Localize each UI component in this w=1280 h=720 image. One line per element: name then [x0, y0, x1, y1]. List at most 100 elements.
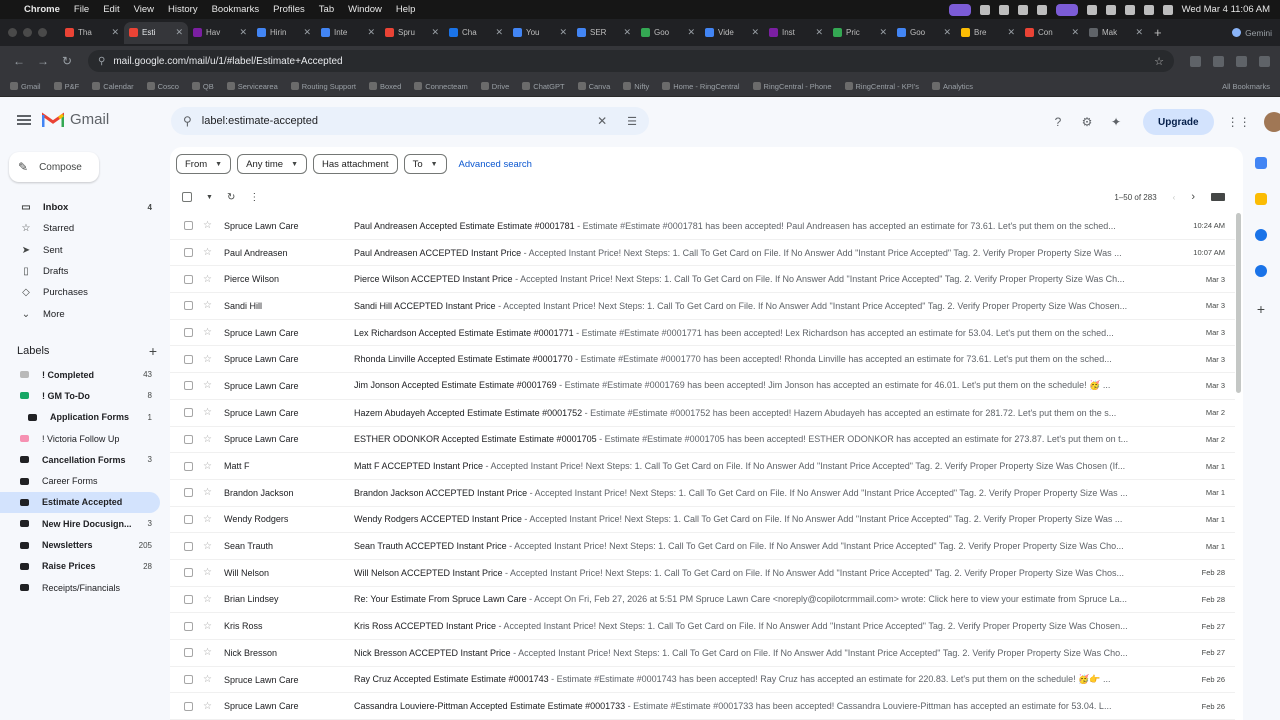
keep-icon[interactable] [1255, 193, 1267, 205]
star-icon[interactable]: ☆ [203, 434, 215, 445]
bookmark-item[interactable]: Cosco [146, 82, 179, 91]
kebab-menu-icon[interactable] [1259, 55, 1270, 67]
label-item[interactable]: Career Forms [0, 470, 160, 491]
label-item[interactable]: Application Forms 1 [0, 407, 160, 428]
email-row[interactable]: ☆ Brandon Jackson Brandon Jackson ACCEPTED… [170, 480, 1235, 507]
nav-item-starred[interactable]: ☆ Starred [0, 218, 160, 239]
close-tab-icon[interactable]: ✕ [687, 27, 695, 38]
star-icon[interactable]: ☆ [203, 274, 215, 285]
email-row[interactable]: ☆ Spruce Lawn Care Jim Jonson Accepted Est… [170, 373, 1235, 400]
bookmark-item[interactable]: RingCentral - Phone [752, 82, 832, 91]
status-icon[interactable] [1036, 4, 1047, 15]
refresh-icon[interactable]: ↻ [227, 192, 235, 203]
browser-tab[interactable]: Con ✕ [1020, 22, 1084, 44]
browser-tab[interactable]: Hirin ✕ [252, 22, 316, 44]
close-tab-icon[interactable]: ✕ [943, 27, 951, 38]
menu-view[interactable]: View [134, 4, 154, 15]
apps-grid-icon[interactable]: ⋮⋮ [1227, 115, 1251, 129]
battery-icon[interactable] [1086, 4, 1097, 15]
search-bar[interactable]: ⚲ label:estimate-accepted ✕ ☰ [171, 107, 649, 135]
browser-tab[interactable]: Spru ✕ [380, 22, 444, 44]
row-checkbox[interactable] [184, 675, 193, 685]
label-item[interactable]: Newsletters 205 [0, 534, 160, 555]
gemini-button[interactable]: Gemini [1232, 28, 1272, 38]
row-checkbox[interactable] [184, 301, 193, 311]
gmail-logo[interactable]: Gmail [42, 111, 109, 128]
add-on-plus-icon[interactable]: + [1257, 301, 1265, 317]
forward-icon[interactable]: → [34, 54, 52, 68]
star-icon[interactable]: ☆ [203, 461, 215, 472]
scrollbar[interactable] [1236, 213, 1241, 393]
bookmark-item[interactable]: Nifty [623, 82, 649, 91]
label-item[interactable]: New Hire Docusign... 3 [0, 513, 160, 534]
search-input[interactable]: label:estimate-accepted [202, 115, 318, 127]
reload-icon[interactable]: ↻ [58, 54, 76, 68]
close-tab-icon[interactable]: ✕ [815, 27, 823, 38]
email-row[interactable]: ☆ Sean Trauth Sean Trauth ACCEPTED Instant… [170, 533, 1235, 560]
label-item[interactable]: ! Victoria Follow Up [0, 428, 160, 449]
star-icon[interactable]: ☆ [203, 220, 215, 231]
row-checkbox[interactable] [184, 514, 193, 524]
browser-tab[interactable]: Vide ✕ [700, 22, 764, 44]
help-icon[interactable]: ? [1050, 114, 1066, 130]
star-icon[interactable]: ☆ [203, 567, 215, 578]
screen-record-icon[interactable] [948, 3, 971, 16]
row-checkbox[interactable] [184, 541, 193, 551]
download-icon[interactable] [1213, 55, 1224, 67]
row-checkbox[interactable] [184, 621, 193, 631]
row-checkbox[interactable] [184, 461, 193, 471]
menu-history[interactable]: History [168, 4, 198, 15]
star-icon[interactable]: ☆ [203, 514, 215, 525]
minimize-window-button[interactable] [23, 28, 32, 37]
close-tab-icon[interactable]: ✕ [1007, 27, 1015, 38]
star-icon[interactable]: ☆ [203, 487, 215, 498]
bookmark-item[interactable]: Drive [480, 82, 509, 91]
browser-tab[interactable]: Pric ✕ [828, 22, 892, 44]
bookmark-item[interactable]: Routing Support [290, 82, 356, 91]
star-icon[interactable]: ☆ [203, 247, 215, 258]
email-row[interactable]: ☆ Kris Ross Kris Ross ACCEPTED Instant Pri… [170, 613, 1235, 640]
row-checkbox[interactable] [184, 594, 193, 604]
star-icon[interactable]: ☆ [203, 647, 215, 658]
email-row[interactable]: ☆ Nick Bresson Nick Bresson ACCEPTED Insta… [170, 640, 1235, 667]
nav-item-purchases[interactable]: ◇ Purchases [0, 282, 160, 303]
previous-page-icon[interactable]: ‹ [1173, 193, 1176, 202]
screen-share-icon[interactable] [1055, 3, 1078, 16]
label-item[interactable]: Receipts/Financials [0, 577, 160, 598]
nav-item-more[interactable]: ⌄ More [0, 303, 160, 324]
label-item[interactable]: ! Completed 43 [0, 364, 160, 385]
bookmark-item[interactable]: Analytics [932, 82, 973, 91]
search-options-icon[interactable]: ☰ [627, 115, 637, 128]
row-checkbox[interactable] [184, 701, 193, 711]
email-row[interactable]: ☆ Brian Lindsey Re: Your Estimate From Spr… [170, 587, 1235, 614]
label-item[interactable]: Estimate Accepted [0, 491, 160, 514]
back-icon[interactable]: ← [10, 54, 28, 68]
browser-tab[interactable]: Inst ✕ [764, 22, 828, 44]
close-tab-icon[interactable]: ✕ [367, 27, 375, 38]
email-row[interactable]: ☆ Spruce Lawn Care Hazem Abudayeh Accepted… [170, 400, 1235, 427]
nav-item-inbox[interactable]: ▭ Inbox 4 [0, 197, 160, 218]
browser-tab[interactable]: Esti ✕ [124, 21, 188, 44]
site-info-icon[interactable]: ⚲ [98, 56, 105, 67]
email-row[interactable]: ☆ Wendy Rodgers Wendy Rodgers ACCEPTED Ins… [170, 507, 1235, 534]
address-bar[interactable]: ⚲ mail.google.com/mail/u/1/#label/Estima… [88, 50, 1174, 72]
status-icon[interactable] [998, 4, 1009, 15]
bookmark-item[interactable]: Canva [577, 82, 610, 91]
close-window-button[interactable] [8, 28, 17, 37]
star-icon[interactable]: ☆ [203, 380, 215, 391]
main-menu-icon[interactable] [17, 115, 31, 125]
menu-profiles[interactable]: Profiles [273, 4, 305, 15]
bookmark-item[interactable]: Connecteam [414, 82, 468, 91]
menu-help[interactable]: Help [396, 4, 416, 15]
star-icon[interactable]: ☆ [203, 541, 215, 552]
status-icon[interactable] [1017, 4, 1028, 15]
star-icon[interactable]: ☆ [203, 674, 215, 685]
browser-tab[interactable]: Hav ✕ [188, 22, 252, 44]
bookmark-star-icon[interactable]: ☆ [1154, 55, 1164, 68]
nav-item-drafts[interactable]: ▯ Drafts [0, 261, 160, 282]
bookmark-item[interactable]: Gmail [10, 82, 41, 91]
contacts-icon[interactable] [1255, 265, 1267, 277]
status-icon[interactable] [979, 4, 990, 15]
browser-tab[interactable]: Bre ✕ [956, 22, 1020, 44]
search-icon[interactable]: ⚲ [183, 114, 192, 128]
